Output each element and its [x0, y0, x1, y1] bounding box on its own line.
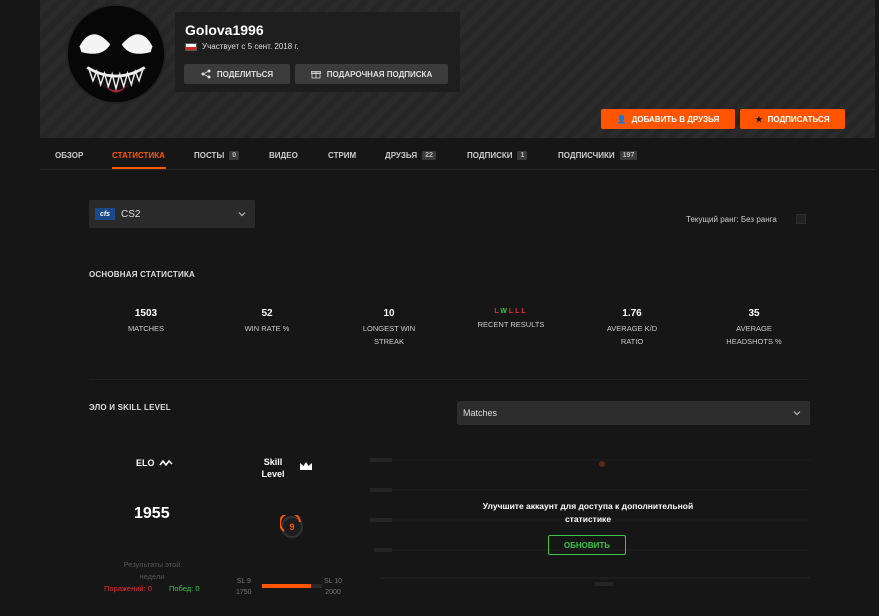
level-start: SL 9 1750 [236, 576, 252, 598]
tab-count-badge: 0 [229, 150, 240, 160]
stat-label: AVERAGE K/D RATIO [606, 324, 658, 346]
tab-label: ПОДПИСКИ [467, 150, 513, 160]
tab-label: СТАТИСТИКА [112, 150, 165, 160]
result-mark: W [500, 308, 509, 315]
tab-subscriptions[interactable]: ПОДПИСКИ 1 [467, 148, 528, 162]
avatar[interactable] [66, 4, 166, 104]
stat-matches: 1503 MATCHES [96, 308, 196, 335]
profile-card: Golova1996 Участвует с 5 сент. 2018 г. П… [175, 12, 460, 92]
gift-subscription-button[interactable]: ПОДАРОЧНАЯ ПОДПИСКА [295, 64, 448, 84]
tab-label: ОБЗОР [55, 150, 84, 160]
stat-value: 10 [383, 308, 395, 319]
add-friend-label: ДОБАВИТЬ В ДРУЗЬЯ [631, 114, 720, 124]
gift-icon [310, 71, 321, 79]
elo-label-text: ELO [136, 458, 155, 468]
recent-results: LWLLL [461, 308, 561, 315]
weekly-losses: Поражений: 0 [104, 584, 152, 593]
trend-icon [158, 459, 173, 467]
level-end: SL 10 2000 [324, 576, 342, 598]
stat-label: LONGEST WIN STREAK [362, 324, 416, 346]
elo-value: 1955 [134, 505, 170, 522]
tab-label: ДРУЗЬЯ [385, 150, 418, 160]
member-since: Участвует с 5 сент. 2018 г. [185, 42, 299, 51]
subscribe-button[interactable]: ★ ПОДПИСАТЬСЯ [740, 109, 845, 129]
tab-label: ПОДПИСЧИКИ [558, 150, 615, 160]
stat-label: RECENT RESULTS [477, 320, 545, 329]
tab-label: ПОСТЫ [194, 150, 225, 160]
stat-recent-results: LWLLL RECENT RESULTS [461, 308, 561, 331]
rank-icon [796, 214, 806, 224]
star-icon: ★ [755, 114, 763, 124]
game-select[interactable]: cfs CS2 [89, 200, 255, 228]
chevron-down-icon [238, 212, 246, 217]
level-progress-fill [262, 584, 312, 588]
level-end-label: SL 10 [324, 578, 343, 585]
weekly-wins: Побед: 0 [169, 584, 200, 593]
country-flag-icon [185, 42, 197, 51]
skill-level-label: Skill Level [261, 457, 285, 479]
share-button[interactable]: ПОДЕЛИТЬСЯ [184, 64, 290, 84]
add-friend-button[interactable]: 👤 ДОБАВИТЬ В ДРУЗЬЯ [601, 109, 735, 129]
tab-subscribers[interactable]: ПОДПИСЧИКИ 197 [558, 148, 638, 162]
elo-label: ELO [136, 458, 173, 468]
stat-longest-streak: 10 LONGEST WIN STREAK [339, 308, 439, 348]
main-stats-title: ОСНОВНАЯ СТАТИСТИКА [89, 270, 195, 279]
stat-label: WIN RATE % [244, 324, 290, 333]
upgrade-button[interactable]: ОБНОВИТЬ [548, 535, 626, 555]
active-tab-indicator [112, 167, 166, 169]
profile-tabs [40, 138, 875, 170]
level-progress-bar [262, 584, 322, 588]
stat-value: 35 [748, 308, 760, 319]
crown-icon [300, 462, 312, 470]
share-label: ПОДЕЛИТЬСЯ [216, 69, 274, 79]
stat-label: AVERAGE HEADSHOTS % [726, 324, 782, 346]
subscribe-label: ПОДПИСАТЬСЯ [767, 114, 830, 124]
level-end-elo: 2000 [325, 589, 341, 596]
tab-friends[interactable]: ДРУЗЬЯ 22 [385, 148, 436, 162]
tab-count-badge: 1 [517, 150, 528, 160]
stat-headshots: 35 AVERAGE HEADSHOTS % [704, 308, 804, 348]
level-start-elo: 1750 [236, 589, 252, 596]
tab-count-badge: 22 [422, 150, 436, 160]
game-name: CS2 [121, 208, 141, 220]
tab-overview[interactable]: ОБЗОР [55, 148, 83, 162]
chevron-down-icon [793, 411, 801, 416]
current-rank: Текущий ранг: Без ранга [686, 215, 777, 224]
result-mark: L [521, 308, 528, 315]
gift-label: ПОДАРОЧНАЯ ПОДПИСКА [326, 69, 433, 79]
upgrade-message: Улучшите аккаунт для доступа к дополните… [482, 501, 694, 524]
section-divider [89, 379, 809, 380]
level-start-label: SL 9 [236, 578, 251, 585]
game-logo-icon: cfs [95, 208, 115, 220]
weekly-results-title: Результаты этой недели [123, 560, 181, 581]
tab-videos[interactable]: ВИДЕО [269, 148, 298, 162]
tab-count-badge: 197 [619, 150, 638, 160]
stat-label: MATCHES [127, 324, 165, 333]
stat-value: 1.76 [622, 308, 642, 319]
add-friend-icon: 👤 [616, 114, 627, 124]
matches-select-value: Matches [463, 408, 498, 418]
stat-value: 52 [261, 308, 273, 319]
tab-stream[interactable]: СТРИМ [328, 148, 356, 162]
elo-section-title: ЭЛО И SKILL LEVEL [89, 403, 171, 412]
username: Golova1996 [185, 22, 264, 38]
tab-posts[interactable]: ПОСТЫ 0 [194, 148, 240, 162]
stat-kd-ratio: 1.76 AVERAGE K/D RATIO [582, 308, 682, 348]
member-since-text: Участвует с 5 сент. 2018 г. [202, 42, 299, 51]
skill-level-value: 9 [289, 522, 294, 532]
tab-label: ВИДЕО [269, 150, 298, 160]
stat-win-rate: 52 WIN RATE % [217, 308, 317, 335]
tab-statistics[interactable]: СТАТИСТИКА [112, 148, 165, 162]
tab-label: СТРИМ [328, 150, 357, 160]
stat-value: 1503 [134, 308, 158, 319]
matches-select[interactable]: Matches [457, 401, 810, 425]
skill-level-badge: 9 [280, 515, 303, 538]
share-icon [201, 69, 211, 79]
